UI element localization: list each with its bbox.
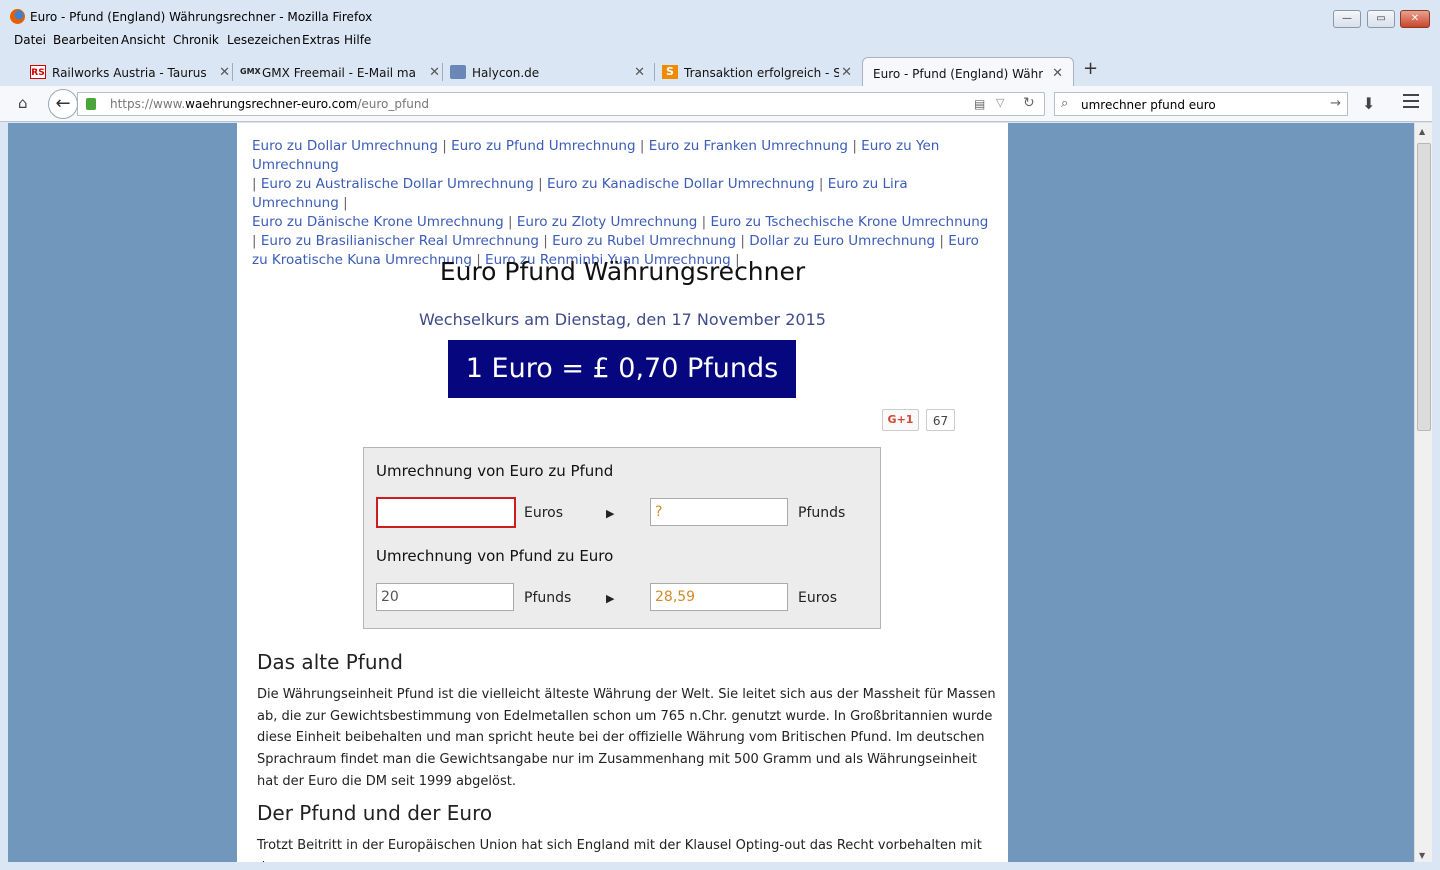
- url-bar[interactable]: https://www.waehrungsrechner-euro.com/eu…: [77, 92, 1045, 116]
- link-dollar-euro[interactable]: Dollar zu Euro Umrechnung: [749, 233, 935, 249]
- pfunds-unit-label: Pfunds: [524, 590, 572, 606]
- firefox-icon: [10, 9, 25, 24]
- window-frame-right: [1432, 0, 1440, 870]
- link-euro-czk[interactable]: Euro zu Tschechische Krone Umrechnung: [711, 214, 989, 230]
- search-icon: ⌕: [1061, 96, 1069, 111]
- google-plus-count: 67: [926, 409, 955, 431]
- tab-transaktion[interactable]: S Transaktion erfolgreich - S... ✕: [654, 57, 862, 86]
- tab-euro-pfund[interactable]: Euro - Pfund (England) Währu... ✕: [862, 57, 1074, 86]
- google-plus-button[interactable]: G+1: [882, 409, 919, 431]
- minimize-button[interactable]: —: [1333, 10, 1361, 28]
- maximize-button[interactable]: ▭: [1367, 10, 1395, 28]
- new-tab-button[interactable]: +: [1083, 58, 1098, 79]
- home-icon[interactable]: ⌂: [18, 95, 34, 111]
- reader-view-icon[interactable]: ▤: [974, 97, 985, 111]
- pfund-result-field[interactable]: ?: [650, 498, 788, 526]
- section-text-altes-pfund: Die Währungseinheit Pfund ist die vielle…: [257, 687, 996, 789]
- window-titlebar: Euro - Pfund (England) Währungsrechner -…: [0, 0, 1440, 34]
- menu-hilfe[interactable]: Hilfe: [344, 33, 371, 47]
- link-euro-cad[interactable]: Euro zu Kanadische Dollar Umrechnung: [547, 176, 815, 192]
- scrollbar-thumb[interactable]: [1417, 143, 1431, 431]
- converter-title-gbp-eur: Umrechnung von Pfund zu Euro: [376, 547, 614, 565]
- euros-unit-label: Euros: [524, 505, 564, 521]
- navigation-bar: ⌂ https://www.waehrungsrechner-euro.com/…: [0, 86, 1440, 122]
- page-title: Euro Pfund Währungsrechner: [439, 257, 806, 286]
- back-button[interactable]: ←: [48, 89, 78, 119]
- link-euro-zloty[interactable]: Euro zu Zloty Umrechnung: [517, 214, 697, 230]
- window-frame-left: [0, 122, 8, 870]
- search-bar[interactable]: ⌕ umrechner pfund euro →: [1054, 92, 1348, 116]
- close-tab-icon[interactable]: ✕: [429, 65, 440, 80]
- url-text[interactable]: https://www.waehrungsrechner-euro.com/eu…: [110, 97, 429, 111]
- menu-hamburger-icon[interactable]: [1403, 94, 1419, 108]
- link-euro-dollar[interactable]: Euro zu Dollar Umrechnung: [252, 138, 438, 154]
- euros-unit-label: Euros: [798, 590, 838, 606]
- link-euro-aud[interactable]: Euro zu Australische Dollar Umrechnung: [261, 176, 534, 192]
- menu-chronik[interactable]: Chronik: [173, 33, 219, 47]
- tab-label: Transaktion erfolgreich - S...: [684, 66, 839, 80]
- scroll-down-icon[interactable]: ▼: [1419, 851, 1425, 860]
- menu-extras[interactable]: Extras: [302, 33, 340, 47]
- section-text-pfund-euro: Trotzt Beitritt in der Europäischen Unio…: [257, 838, 982, 862]
- tab-label: GMX Freemail - E-Mail ma...: [262, 66, 417, 80]
- exchange-rate-box: 1 Euro = £ 0,70 Pfunds: [448, 340, 796, 398]
- close-tab-icon[interactable]: ✕: [841, 65, 852, 80]
- search-input[interactable]: umrechner pfund euro: [1081, 98, 1216, 112]
- menu-ansicht[interactable]: Ansicht: [121, 33, 165, 47]
- tab-gmx[interactable]: GMX GMX Freemail - E-Mail ma... ✕: [232, 57, 450, 86]
- menu-bearbeiten[interactable]: Bearbeiten: [53, 33, 119, 47]
- gmx-favicon-icon: GMX: [240, 67, 261, 76]
- link-euro-franken[interactable]: Euro zu Franken Umrechnung: [649, 138, 848, 154]
- link-euro-pfund[interactable]: Euro zu Pfund Umrechnung: [451, 138, 636, 154]
- lock-icon: [86, 98, 96, 110]
- vertical-scrollbar[interactable]: ▲ ▼: [1414, 123, 1432, 862]
- pfunds-unit-label: Pfunds: [798, 505, 846, 521]
- link-euro-brl[interactable]: Euro zu Brasilianischer Real Umrechnung: [261, 233, 539, 249]
- halycon-favicon-icon: [450, 65, 466, 79]
- menu-bar: Datei Bearbeiten Ansicht Chronik Lesezei…: [0, 30, 1440, 52]
- arrow-right-icon: ▶: [606, 592, 615, 605]
- euro-amount-input[interactable]: [376, 497, 516, 528]
- tab-strip: RS Railworks Austria - Taurus ... ✕ GMX …: [0, 52, 1440, 86]
- converter-title-eur-gbp: Umrechnung von Euro zu Pfund: [376, 462, 614, 480]
- tab-label: Euro - Pfund (England) Währu...: [873, 67, 1043, 81]
- window-title: Euro - Pfund (England) Währungsrechner -…: [30, 10, 373, 24]
- tab-label: Halycon.de: [472, 66, 540, 80]
- tab-label: Railworks Austria - Taurus ...: [52, 66, 207, 80]
- reload-icon[interactable]: ↻: [1023, 95, 1035, 111]
- pfund-amount-input[interactable]: 20: [376, 583, 514, 611]
- link-euro-dkk[interactable]: Euro zu Dänische Krone Umrechnung: [252, 214, 504, 230]
- close-tab-icon[interactable]: ✕: [1052, 66, 1063, 81]
- euro-result-field[interactable]: 28,59: [650, 583, 788, 611]
- converter-panel: Umrechnung von Euro zu Pfund Euros ▶ ? P…: [363, 447, 881, 629]
- tab-halycon[interactable]: Halycon.de ✕: [442, 57, 655, 86]
- link-euro-rubel[interactable]: Euro zu Rubel Umrechnung: [552, 233, 736, 249]
- dropdown-arrow-icon[interactable]: ▽: [996, 96, 1004, 109]
- scroll-up-icon[interactable]: ▲: [1419, 127, 1425, 136]
- menu-lesezeichen[interactable]: Lesezeichen: [227, 33, 301, 47]
- close-tab-icon[interactable]: ✕: [219, 65, 230, 80]
- section-title-pfund-euro: Der Pfund und der Euro: [257, 801, 493, 825]
- section-title-altes-pfund: Das alte Pfund: [257, 650, 403, 674]
- menu-datei[interactable]: Datei: [14, 33, 46, 47]
- close-window-button[interactable]: ✕: [1400, 10, 1430, 28]
- railworks-favicon-icon: RS: [30, 65, 46, 79]
- tab-railworks[interactable]: RS Railworks Austria - Taurus ... ✕: [30, 57, 240, 86]
- currency-links: Euro zu Dollar Umrechnung | Euro zu Pfun…: [252, 138, 989, 268]
- close-tab-icon[interactable]: ✕: [634, 65, 645, 80]
- download-icon[interactable]: ⬇: [1362, 94, 1375, 113]
- exchange-date: Wechselkurs am Dienstag, den 17 November…: [419, 310, 826, 329]
- s-favicon-icon: S: [662, 65, 678, 79]
- window-frame-bottom: [0, 862, 1440, 870]
- arrow-right-icon: ▶: [606, 507, 615, 520]
- page-viewport: Euro zu Dollar Umrechnung | Euro zu Pfun…: [8, 123, 1414, 862]
- page-content: Euro zu Dollar Umrechnung | Euro zu Pfun…: [237, 123, 1008, 862]
- search-go-icon[interactable]: →: [1330, 96, 1341, 111]
